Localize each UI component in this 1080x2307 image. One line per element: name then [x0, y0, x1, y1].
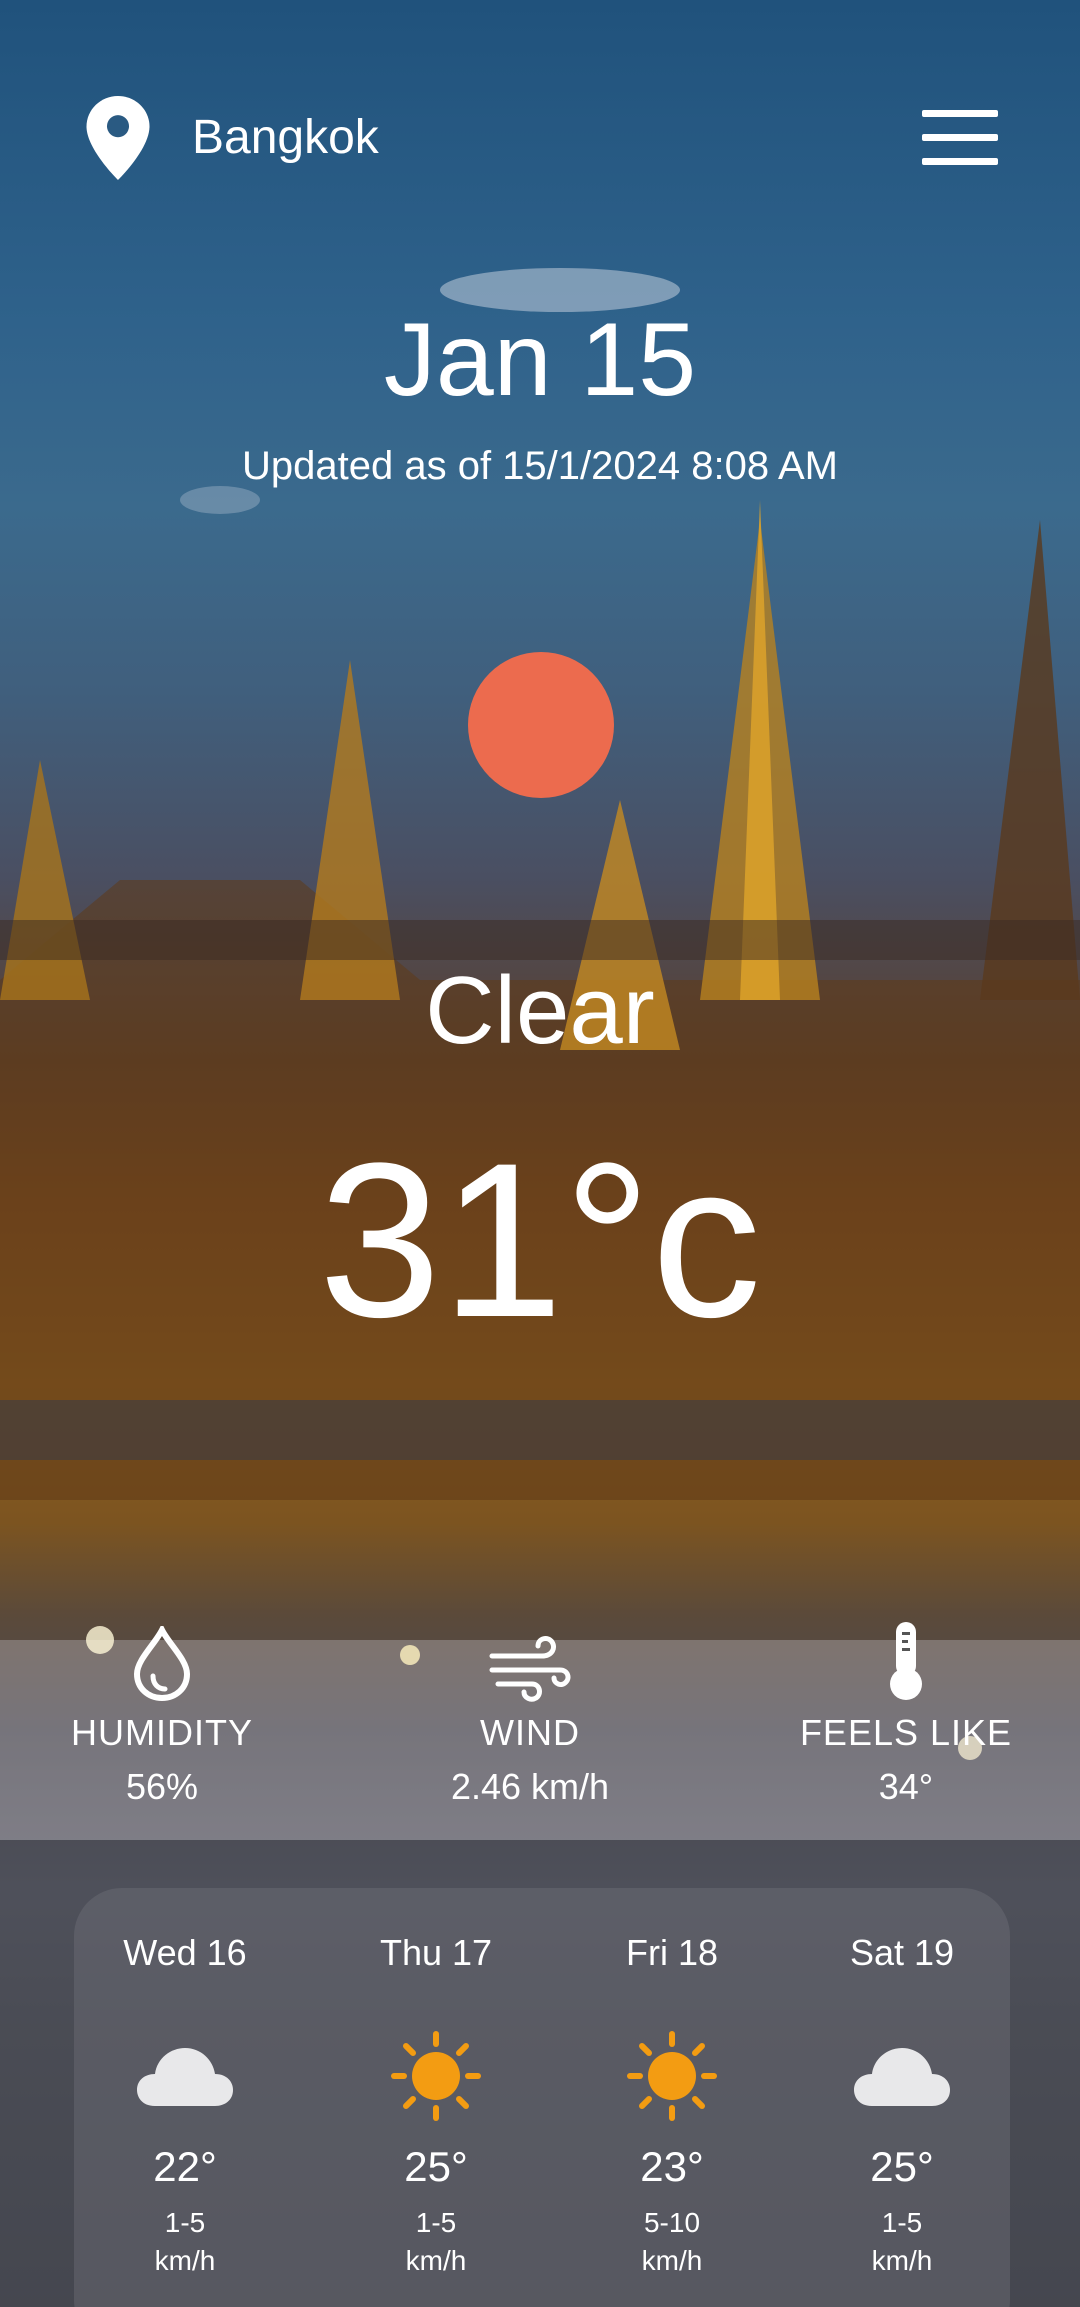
location-pin-icon[interactable]: [86, 96, 150, 180]
forecast-temp: 25°: [404, 2143, 468, 2190]
forecast-day[interactable]: Wed 16 22° 1-5 km/h: [85, 1930, 285, 2280]
top-bar: Bangkok: [0, 0, 1080, 200]
droplet-icon: [133, 1626, 191, 1702]
stat-wind: WIND 2.46 km/h: [410, 1610, 650, 1810]
forecast-temp: 22°: [153, 2143, 217, 2190]
updated-timestamp: Updated as of 15/1/2024 8:08 AM: [242, 444, 838, 488]
forecast-day-name: Thu 17: [379, 1932, 493, 1973]
forecast-temp: 23°: [640, 2143, 704, 2190]
forecast-wind: 1-5 km/h: [405, 2207, 467, 2276]
stat-feels-like: FEELS LIKE 34°: [786, 1610, 1026, 1810]
wind-label: WIND: [480, 1712, 580, 1753]
current-date: Jan 15: [383, 302, 697, 418]
forecast-wind: 1-5 km/h: [871, 2207, 933, 2276]
current-temperature: 31°c: [318, 1117, 762, 1363]
cloud-icon: [854, 2048, 950, 2106]
weather-screen: Bangkok Jan 15 Updated as of 15/1/2024 8…: [0, 0, 1080, 2307]
forecast-day-name: Fri 18: [625, 1932, 719, 1973]
city-name[interactable]: Bangkok: [192, 108, 379, 168]
thermometer-icon: [890, 1622, 922, 1700]
feels-like-label: FEELS LIKE: [799, 1712, 1013, 1753]
weather-condition: Clear: [425, 957, 655, 1064]
sun-icon: [391, 2031, 481, 2121]
forecast-day-name: Sat 19: [849, 1932, 955, 1973]
forecast-day[interactable]: Fri 18 23° 5-10 km/h: [572, 1930, 772, 2280]
humidity-value: 56%: [125, 1766, 199, 1807]
humidity-label: HUMIDITY: [71, 1712, 253, 1753]
forecast-day[interactable]: Thu 17 25° 1-5 km/h: [336, 1930, 536, 2280]
forecast-temp: 25°: [870, 2143, 934, 2190]
cloud-icon: [137, 2048, 233, 2106]
wind-value: 2.46 km/h: [450, 1766, 610, 1807]
forecast-wind: 1-5 km/h: [154, 2207, 216, 2276]
feels-like-value: 34°: [878, 1766, 934, 1807]
hamburger-menu-icon[interactable]: [922, 110, 998, 166]
forecast-wind: 5-10 km/h: [641, 2207, 703, 2276]
forecast-day[interactable]: Sat 19 25° 1-5 km/h: [802, 1930, 1002, 2280]
wind-icon: [489, 1636, 571, 1702]
sun-icon: [627, 2031, 717, 2121]
forecast-day-name: Wed 16: [123, 1932, 247, 1973]
sun-icon: [468, 652, 614, 798]
stat-humidity: HUMIDITY 56%: [42, 1610, 282, 1810]
